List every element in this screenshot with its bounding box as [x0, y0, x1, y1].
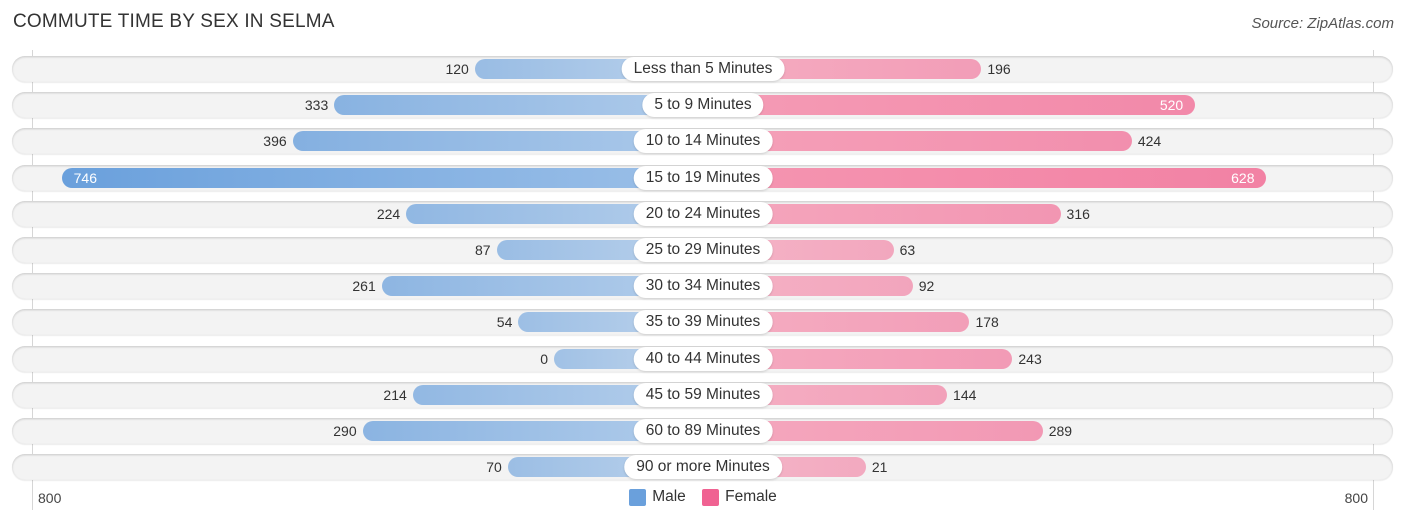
value-label-male: 70 [486, 459, 502, 475]
value-label-female: 144 [953, 387, 977, 403]
value-label-female: 424 [1137, 133, 1162, 149]
value-label-male: 224 [376, 206, 401, 222]
value-label-female: 178 [975, 314, 999, 330]
value-label-female: 520 [1159, 97, 1184, 113]
value-label-female: 92 [918, 278, 935, 294]
category-label: 25 to 29 Minutes [633, 238, 773, 262]
value-label-male: 120 [445, 61, 469, 77]
value-label-male: 214 [383, 387, 407, 403]
value-label-female: 63 [899, 242, 916, 258]
chart-area: 120 196 Less than 5 Minutes 333 520 5 to 9 Mi… [0, 0, 1406, 523]
value-label-male: 333 [304, 97, 329, 113]
legend-swatch-female [702, 488, 720, 506]
value-label-female: 628 [1231, 170, 1255, 186]
bar-female[interactable] [703, 168, 1267, 188]
legend-item-female[interactable]: Female [702, 488, 777, 506]
value-label-male: 746 [73, 170, 97, 186]
value-label-female: 243 [1018, 351, 1042, 367]
value-label-male: 290 [333, 423, 357, 439]
value-label-male: 396 [263, 133, 287, 149]
value-label-female: 316 [1066, 206, 1090, 222]
category-label: 60 to 89 Minutes [633, 419, 773, 443]
category-label: 10 to 14 Minutes [633, 129, 773, 153]
value-label-female: 196 [987, 61, 1011, 77]
category-label: 5 to 9 Minutes [642, 93, 764, 117]
category-label: 45 to 59 Minutes [633, 383, 773, 407]
category-label: 15 to 19 Minutes [633, 166, 773, 190]
value-label-male: 0 [540, 351, 548, 367]
category-label: 40 to 44 Minutes [633, 347, 773, 371]
value-label-male: 87 [475, 242, 491, 258]
value-label-male: 261 [352, 278, 376, 294]
category-label: 30 to 34 Minutes [633, 274, 773, 298]
bar-male[interactable] [61, 168, 703, 188]
category-label: Less than 5 Minutes [621, 57, 785, 81]
category-label: 35 to 39 Minutes [633, 310, 773, 334]
value-label-female: 21 [871, 459, 888, 475]
legend-label-male: Male [652, 488, 686, 505]
category-label: 20 to 24 Minutes [633, 202, 773, 226]
legend-item-male[interactable]: Male [629, 488, 686, 506]
value-label-female: 289 [1048, 423, 1073, 439]
value-label-male: 54 [496, 314, 513, 330]
legend-label-female: Female [725, 488, 777, 505]
legend-swatch-male [629, 488, 647, 506]
category-label: 90 or more Minutes [624, 455, 782, 479]
bar-female[interactable] [703, 95, 1196, 115]
legend: Male Female [0, 488, 1406, 511]
